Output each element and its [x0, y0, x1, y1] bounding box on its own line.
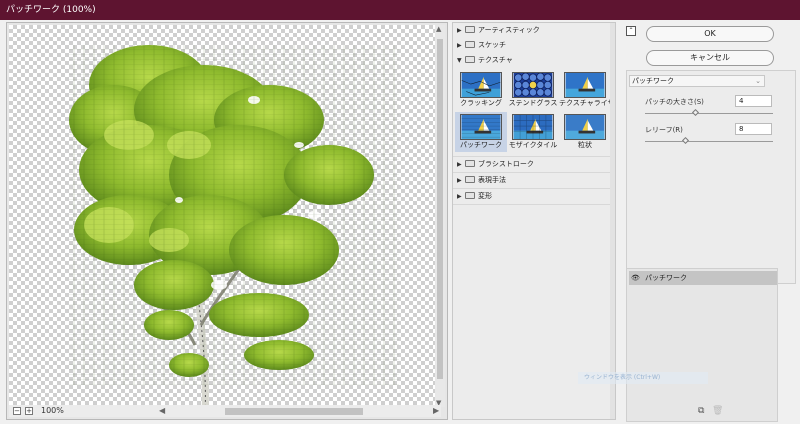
chevron-down-icon: ⌄ [755, 77, 761, 85]
expand-arrow-icon: ▶ [457, 27, 462, 34]
category-artistic[interactable]: ▶ アーティスティック [453, 23, 615, 38]
zoom-in-button[interactable]: + [25, 407, 33, 415]
thumb-label: ステンドグラス [508, 99, 558, 107]
category-label: 変形 [478, 192, 492, 200]
settings-panel: ⌃ OK キャンセル パッチワーク ⌄ パッチの大きさ(S) 4 レリーフ(R)… [620, 22, 800, 424]
relief-slider[interactable] [645, 136, 773, 145]
category-label: テクスチャ [478, 56, 513, 64]
zoom-level[interactable]: 100% [41, 406, 64, 415]
folder-icon [465, 176, 475, 183]
folder-icon [465, 192, 475, 199]
thumb-label: モザイクタイル [508, 141, 558, 149]
scroll-left-icon[interactable]: ◀ [159, 406, 165, 415]
thumb-image [512, 114, 554, 140]
collapse-gallery-icon[interactable]: ⌃ [626, 26, 636, 36]
folder-icon [465, 26, 475, 33]
ok-button[interactable]: OK [646, 26, 774, 42]
cancel-button[interactable]: キャンセル [646, 50, 774, 66]
expand-arrow-icon: ▶ [457, 177, 462, 184]
preview-panel: ▲ ▼ − + 100% ◀ ▶ [6, 22, 448, 420]
window-title: パッチワーク (100%) [0, 0, 800, 20]
patch-size-slider[interactable] [645, 108, 773, 117]
thumb-image [512, 72, 554, 98]
vertical-scroll-thumb[interactable] [437, 39, 443, 379]
effect-layer-name: パッチワーク [645, 274, 687, 282]
preview-bottom-bar: − + 100% ◀ ▶ [9, 405, 441, 417]
relief-slider-knob[interactable] [681, 136, 689, 145]
thumb-label: テクスチャライザー [559, 99, 611, 107]
expand-arrow-icon: ▶ [457, 193, 462, 200]
effect-layer-row[interactable]: 👁 パッチワーク [629, 271, 777, 285]
category-label: ブラシストローク [478, 160, 534, 168]
folder-open-icon [465, 56, 475, 63]
category-brush-strokes[interactable]: ▶ ブラシストローク [453, 157, 615, 172]
folder-icon [465, 160, 475, 167]
filter-gallery: ▶ アーティスティック ▶ スケッチ ▼ テクスチャ クラッキング ステンドグラ… [452, 22, 616, 420]
tree-image [69, 45, 399, 407]
thumb-patchwork[interactable]: パッチワーク [455, 112, 507, 152]
patch-size-slider-knob[interactable] [692, 108, 700, 117]
thumb-image [564, 72, 606, 98]
collapse-arrow-icon: ▼ [457, 57, 462, 64]
patch-size-input[interactable]: 4 [735, 95, 772, 107]
divider [453, 204, 615, 205]
zoom-out-button[interactable]: − [13, 407, 21, 415]
gallery-scrollbar[interactable] [610, 23, 615, 419]
filter-select[interactable]: パッチワーク ⌄ [629, 75, 765, 87]
thumb-craquelure[interactable]: クラッキング [455, 70, 507, 110]
category-texture[interactable]: ▼ テクスチャ [453, 53, 615, 68]
thumb-texturizer[interactable]: テクスチャライザー [559, 70, 611, 110]
thumb-image [460, 114, 502, 140]
relief-input[interactable]: 8 [735, 123, 772, 135]
category-stylize[interactable]: ▶ 表現手法 [453, 173, 615, 188]
eye-icon[interactable]: 👁 [631, 271, 640, 285]
category-sketch[interactable]: ▶ スケッチ [453, 38, 615, 53]
thumb-mosaic-tiles[interactable]: モザイクタイル [507, 112, 559, 152]
thumb-grain[interactable]: 粒状 [559, 112, 611, 152]
horizontal-scroll-thumb[interactable] [225, 408, 363, 415]
relief-label: レリーフ(R) [645, 126, 683, 134]
effect-layers-panel: 👁 パッチワーク [626, 268, 778, 422]
scroll-right-icon[interactable]: ▶ [433, 406, 439, 415]
thumb-image [564, 114, 606, 140]
category-label: アーティスティック [478, 26, 540, 34]
folder-icon [465, 41, 475, 48]
filter-select-value: パッチワーク [632, 77, 674, 85]
expand-arrow-icon: ▶ [457, 161, 462, 168]
tooltip: ウィンドウを表示 (Ctrl+W) [578, 372, 708, 384]
scroll-up-icon[interactable]: ▲ [436, 25, 441, 33]
category-distort[interactable]: ▶ 変形 [453, 189, 615, 204]
texture-thumbnails: クラッキング ステンドグラス テクスチャライザー [453, 68, 615, 156]
thumb-label: 粒状 [578, 141, 592, 149]
preview-canvas[interactable] [9, 25, 439, 407]
patch-size-label: パッチの大きさ(S) [645, 98, 704, 106]
thumb-image [460, 72, 502, 98]
category-label: スケッチ [478, 41, 506, 49]
trash-icon[interactable]: 🗑 [712, 406, 723, 416]
new-effect-layer-icon[interactable]: ⧉ [698, 406, 704, 416]
filter-settings: パッチワーク ⌄ パッチの大きさ(S) 4 レリーフ(R) 8 [626, 70, 796, 284]
expand-arrow-icon: ▶ [457, 42, 462, 49]
thumb-stained-glass[interactable]: ステンドグラス [507, 70, 559, 110]
category-label: 表現手法 [478, 176, 506, 184]
thumb-label: パッチワーク [460, 141, 502, 149]
preview-vertical-scrollbar[interactable]: ▲ ▼ [435, 25, 445, 407]
thumb-label: クラッキング [460, 99, 502, 107]
